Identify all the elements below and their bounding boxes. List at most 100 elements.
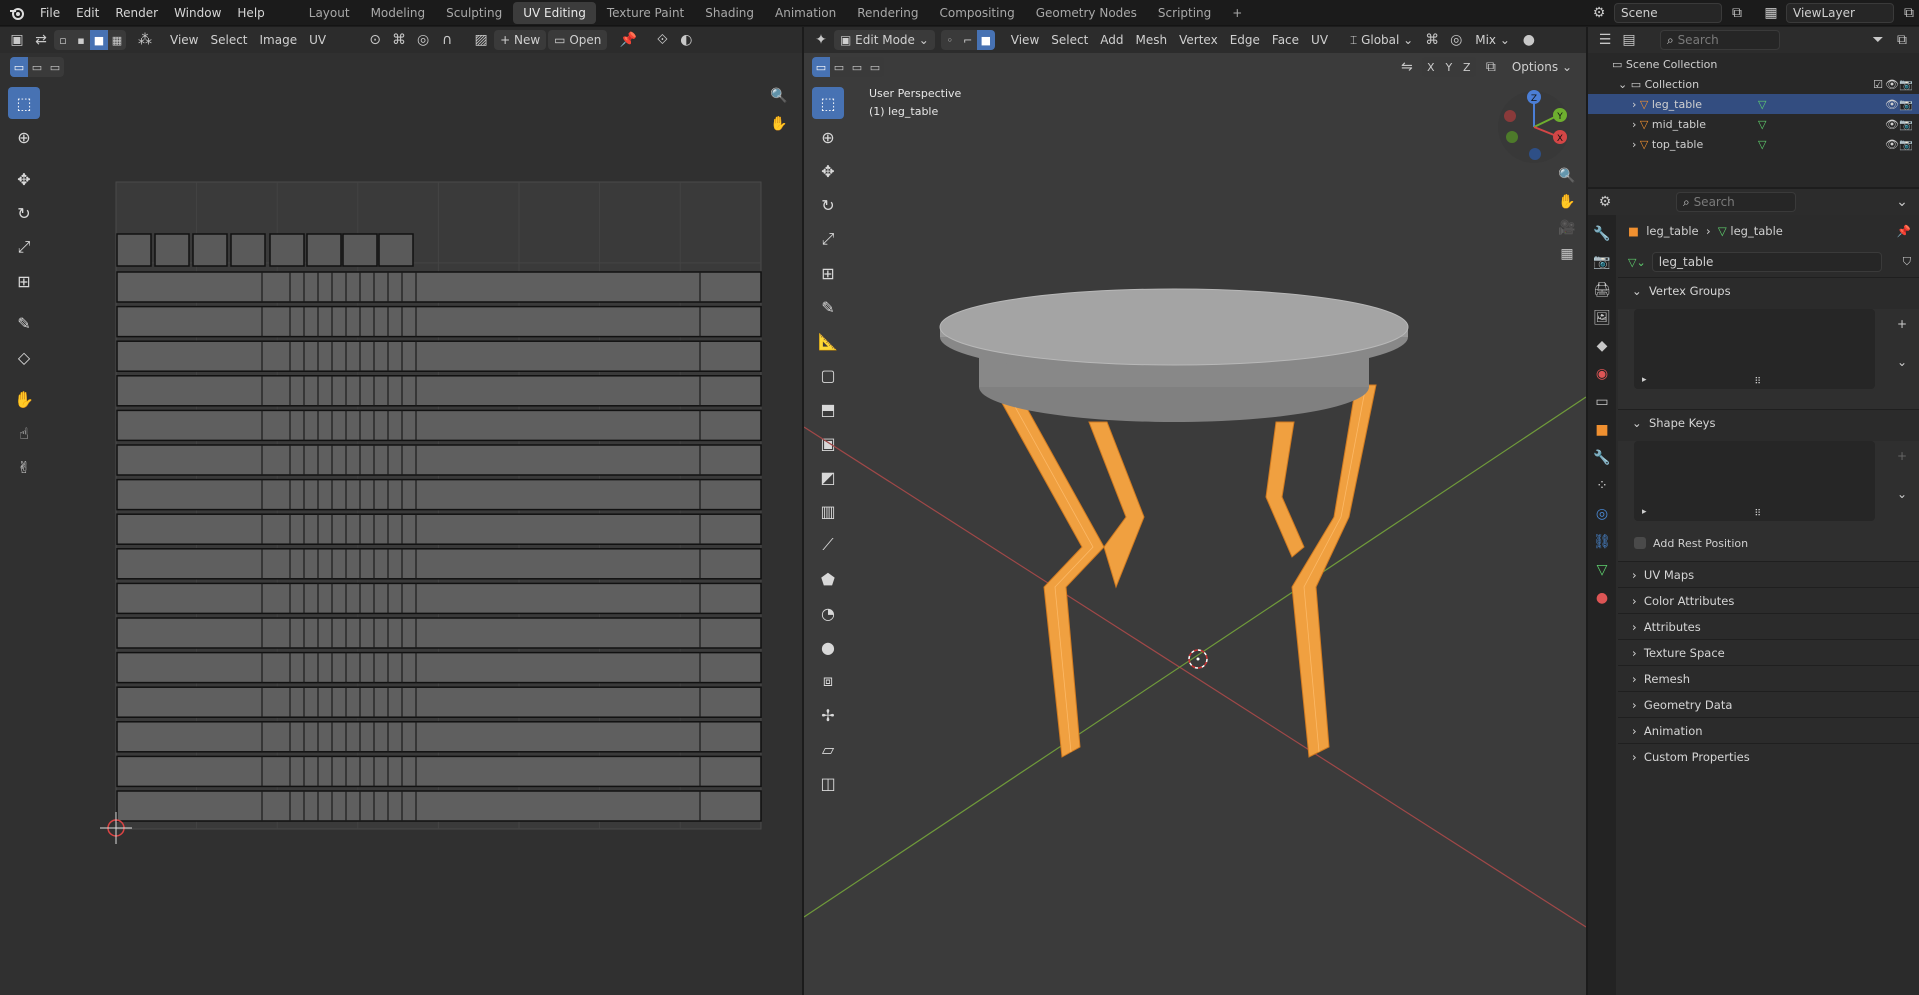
scene-icon[interactable]: ⚙ bbox=[1588, 2, 1610, 24]
uv-menu-select[interactable]: Select bbox=[204, 30, 253, 50]
mesh-browse-icon[interactable]: ▽⌄ bbox=[1628, 256, 1646, 269]
overlay-toggle-icon[interactable]: ◐ bbox=[675, 29, 697, 51]
pin-icon[interactable]: 📌 bbox=[617, 29, 639, 51]
open-image-button[interactable]: ▭ Open bbox=[548, 30, 608, 50]
mesh-data-icon[interactable]: ▽ bbox=[1758, 118, 1766, 131]
expand-icon[interactable]: › bbox=[1632, 118, 1636, 131]
workspace-tab-geometry-nodes[interactable]: Geometry Nodes bbox=[1026, 2, 1147, 24]
auto-merge-icon[interactable]: ⧉ bbox=[1480, 56, 1502, 78]
add-cube-tool[interactable]: ▢ bbox=[812, 359, 844, 391]
transform-orientation[interactable]: ⌶ Global ⌄ bbox=[1344, 30, 1419, 50]
workspace-tab-texture-paint[interactable]: Texture Paint bbox=[597, 2, 694, 24]
scene-selector[interactable]: Scene bbox=[1614, 3, 1722, 23]
checkbox-icon[interactable]: ☑ bbox=[1873, 78, 1883, 91]
mirror-axes[interactable]: XYZ bbox=[1421, 57, 1476, 77]
workspace-tab-sculpting[interactable]: Sculpting bbox=[436, 2, 512, 24]
image-browse-icon[interactable]: ▨ bbox=[470, 29, 492, 51]
scale-tool[interactable]: ⤢ bbox=[8, 231, 40, 263]
menu-edit[interactable]: Edit bbox=[68, 0, 107, 26]
panel-shape-keys[interactable]: ⌄ Shape Keys bbox=[1618, 409, 1919, 435]
cursor-tool[interactable]: ⊕ bbox=[812, 121, 844, 153]
collection-row[interactable]: ⌄ ▭ Collection ☑ 👁 📷 bbox=[1588, 74, 1919, 94]
workspace-tab-compositing[interactable]: Compositing bbox=[929, 2, 1024, 24]
panel-vertex-groups[interactable]: ⌄ Vertex Groups bbox=[1618, 277, 1919, 303]
proportional-icon[interactable]: ◎ bbox=[1445, 29, 1467, 51]
viewport-menu-view[interactable]: View bbox=[1005, 30, 1045, 50]
vertex-group-menu-icon[interactable]: ⌄ bbox=[1897, 355, 1907, 369]
panel-custom-properties[interactable]: › Custom Properties bbox=[1618, 743, 1919, 769]
workspace-tab-scripting[interactable]: Scripting bbox=[1148, 2, 1221, 24]
shape-keys-list[interactable]: ▸ ⠿ bbox=[1634, 441, 1875, 521]
sticky-select-icon[interactable]: ⁂ bbox=[134, 29, 156, 51]
viewport-menu-face[interactable]: Face bbox=[1266, 30, 1305, 50]
blender-logo-icon[interactable] bbox=[6, 2, 28, 24]
pan-hand-icon[interactable]: ✋ bbox=[1556, 191, 1578, 213]
visibility-eye-icon[interactable]: 👁 bbox=[1885, 78, 1899, 91]
rip-region-tool[interactable]: ◫ bbox=[812, 767, 844, 799]
annotate-tool[interactable]: ✎ bbox=[8, 307, 40, 339]
menu-render[interactable]: Render bbox=[107, 0, 166, 26]
falloff-icon[interactable]: ∩ bbox=[436, 29, 458, 51]
viewport-menu-mesh[interactable]: Mesh bbox=[1130, 30, 1174, 50]
workspace-tab-animation[interactable]: Animation bbox=[765, 2, 846, 24]
pinch-tool[interactable]: ✌ bbox=[8, 451, 40, 483]
extrude-tool[interactable]: ⬒ bbox=[812, 393, 844, 425]
particles-tab-icon[interactable]: ⁘ bbox=[1591, 475, 1613, 497]
axis-z[interactable]: Z bbox=[1458, 57, 1476, 77]
expand-icon[interactable]: › bbox=[1632, 98, 1636, 111]
viewport-menu-edge[interactable]: Edge bbox=[1224, 30, 1266, 50]
panel-uv-maps[interactable]: › UV Maps bbox=[1618, 561, 1919, 587]
uv-select-mode[interactable]: ▫ ▪ ■ ▦ bbox=[54, 30, 126, 50]
panel-attributes[interactable]: › Attributes bbox=[1618, 613, 1919, 639]
rotate-tool[interactable]: ↻ bbox=[8, 197, 40, 229]
pivot-icon[interactable]: ⊙ bbox=[364, 29, 386, 51]
outliner-object-row[interactable]: › ▽ top_table ▽ 👁 📷 bbox=[1588, 134, 1919, 154]
annotate-tool[interactable]: ✎ bbox=[812, 291, 844, 323]
grab-tool[interactable]: ✋ bbox=[8, 383, 40, 415]
data-tab-icon[interactable]: ▽ bbox=[1591, 559, 1613, 581]
render-camera-icon[interactable]: 📷 bbox=[1899, 118, 1913, 131]
outliner-search[interactable]: ⌕ Search bbox=[1660, 30, 1780, 50]
viewlayer-icon[interactable]: ▦ bbox=[1760, 2, 1782, 24]
menu-file[interactable]: File bbox=[32, 0, 68, 26]
move-tool[interactable]: ✥ bbox=[8, 163, 40, 195]
pan-hand-icon[interactable]: ✋ bbox=[768, 113, 790, 135]
checkbox-icon[interactable] bbox=[1634, 537, 1646, 549]
expand-icon[interactable]: ⌄ bbox=[1618, 78, 1627, 91]
collection-tab-icon[interactable]: ▭ bbox=[1591, 391, 1613, 413]
camera-icon[interactable]: 🎥 bbox=[1556, 217, 1578, 239]
workspace-tab-rendering[interactable]: Rendering bbox=[847, 2, 928, 24]
menu-help[interactable]: Help bbox=[229, 0, 272, 26]
axis-y[interactable]: Y bbox=[1440, 57, 1458, 77]
mode-selector[interactable]: ▣ Edit Mode ⌄ bbox=[834, 30, 935, 50]
world-tab-icon[interactable]: ◉ bbox=[1591, 363, 1613, 385]
scene-tab-icon[interactable]: ◆ bbox=[1591, 335, 1613, 357]
mesh-data-icon[interactable]: ▽ bbox=[1758, 98, 1766, 111]
proportional-icon[interactable]: ◎ bbox=[412, 29, 434, 51]
sync-selection-icon[interactable]: ⇄ bbox=[30, 29, 52, 51]
mesh-select-mode[interactable]: ◦ ⌐ ■ bbox=[940, 30, 995, 50]
spin-tool[interactable]: ◔ bbox=[812, 597, 844, 629]
viewport-menu-vertex[interactable]: Vertex bbox=[1173, 30, 1224, 50]
new-viewlayer-icon[interactable]: ⧉ bbox=[1898, 2, 1919, 24]
vertex-groups-list[interactable]: ▸ ⠿ bbox=[1634, 309, 1875, 389]
uv-menu-uv[interactable]: UV bbox=[303, 30, 332, 50]
scale-tool[interactable]: ⤢ bbox=[812, 223, 844, 255]
cursor-tool[interactable]: ⊕ bbox=[8, 121, 40, 153]
viewport-select-box-modes[interactable]: ▭ ▭ ▭ ▭ bbox=[812, 57, 884, 77]
editor-type-icon[interactable]: ☰ bbox=[1594, 29, 1616, 51]
new-collection-icon[interactable]: ⧉ bbox=[1891, 29, 1913, 51]
workspace-tab-layout[interactable]: Layout bbox=[299, 2, 360, 24]
add-workspace-button[interactable]: + bbox=[1222, 2, 1252, 24]
properties-search[interactable]: ⌕ Search bbox=[1676, 192, 1796, 212]
visibility-eye-icon[interactable]: 👁 bbox=[1885, 98, 1899, 111]
overlay-dot-icon[interactable]: ● bbox=[1518, 29, 1540, 51]
zoom-icon[interactable]: 🔍 bbox=[1556, 165, 1578, 187]
uv-menu-view[interactable]: View bbox=[164, 30, 204, 50]
relax-tool[interactable]: ☝ bbox=[8, 417, 40, 449]
render-camera-icon[interactable]: 📷 bbox=[1899, 138, 1913, 151]
measure-tool[interactable]: 📐 bbox=[812, 325, 844, 357]
mesh-name-field[interactable]: leg_table bbox=[1651, 252, 1882, 272]
menu-window[interactable]: Window bbox=[166, 0, 229, 26]
panel-color-attributes[interactable]: › Color Attributes bbox=[1618, 587, 1919, 613]
